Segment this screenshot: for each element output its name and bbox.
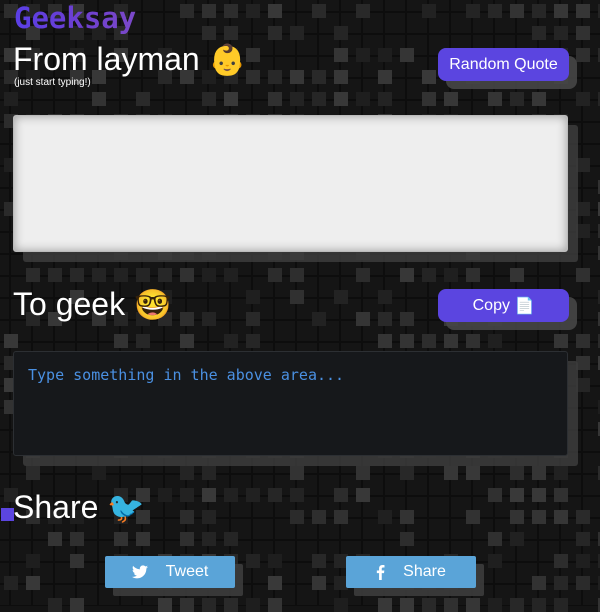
input-heading-label: From layman — [13, 41, 200, 77]
input-heading: From layman 👶 — [13, 41, 246, 79]
bird-emoji-icon: 🐦 — [107, 491, 145, 526]
layman-text-input[interactable] — [13, 115, 568, 252]
share-heading-label: Share — [13, 489, 99, 525]
share-button-label: Share — [403, 563, 446, 580]
nerd-face-emoji-icon: 🤓 — [133, 288, 172, 323]
tweet-button-label: Tweet — [165, 563, 209, 580]
copy-button[interactable]: Copy 📄 — [438, 289, 569, 322]
output-placeholder-text: Type something in the above area... — [28, 366, 345, 384]
baby-emoji-icon: 👶 — [208, 43, 246, 78]
page-icon: 📄 — [514, 297, 535, 315]
output-heading: To geek 🤓 — [13, 286, 171, 324]
facebook-f-icon — [376, 564, 385, 580]
app-logo[interactable]: Geeksay — [14, 0, 136, 36]
random-quote-button[interactable]: Random Quote — [438, 48, 569, 81]
geek-output-area[interactable]: Type something in the above area... — [13, 351, 568, 456]
share-heading: Share 🐦 — [13, 489, 145, 527]
input-subtext: (just start typing!) — [14, 77, 91, 88]
copy-button-label: Copy — [472, 296, 510, 314]
page-content: Geeksay From layman 👶 (just start typing… — [0, 0, 600, 606]
facebook-share-button[interactable]: Share — [346, 556, 476, 588]
output-heading-label: To geek — [13, 286, 126, 322]
tweet-button[interactable]: Tweet — [105, 556, 235, 588]
twitter-bird-icon — [131, 565, 148, 579]
